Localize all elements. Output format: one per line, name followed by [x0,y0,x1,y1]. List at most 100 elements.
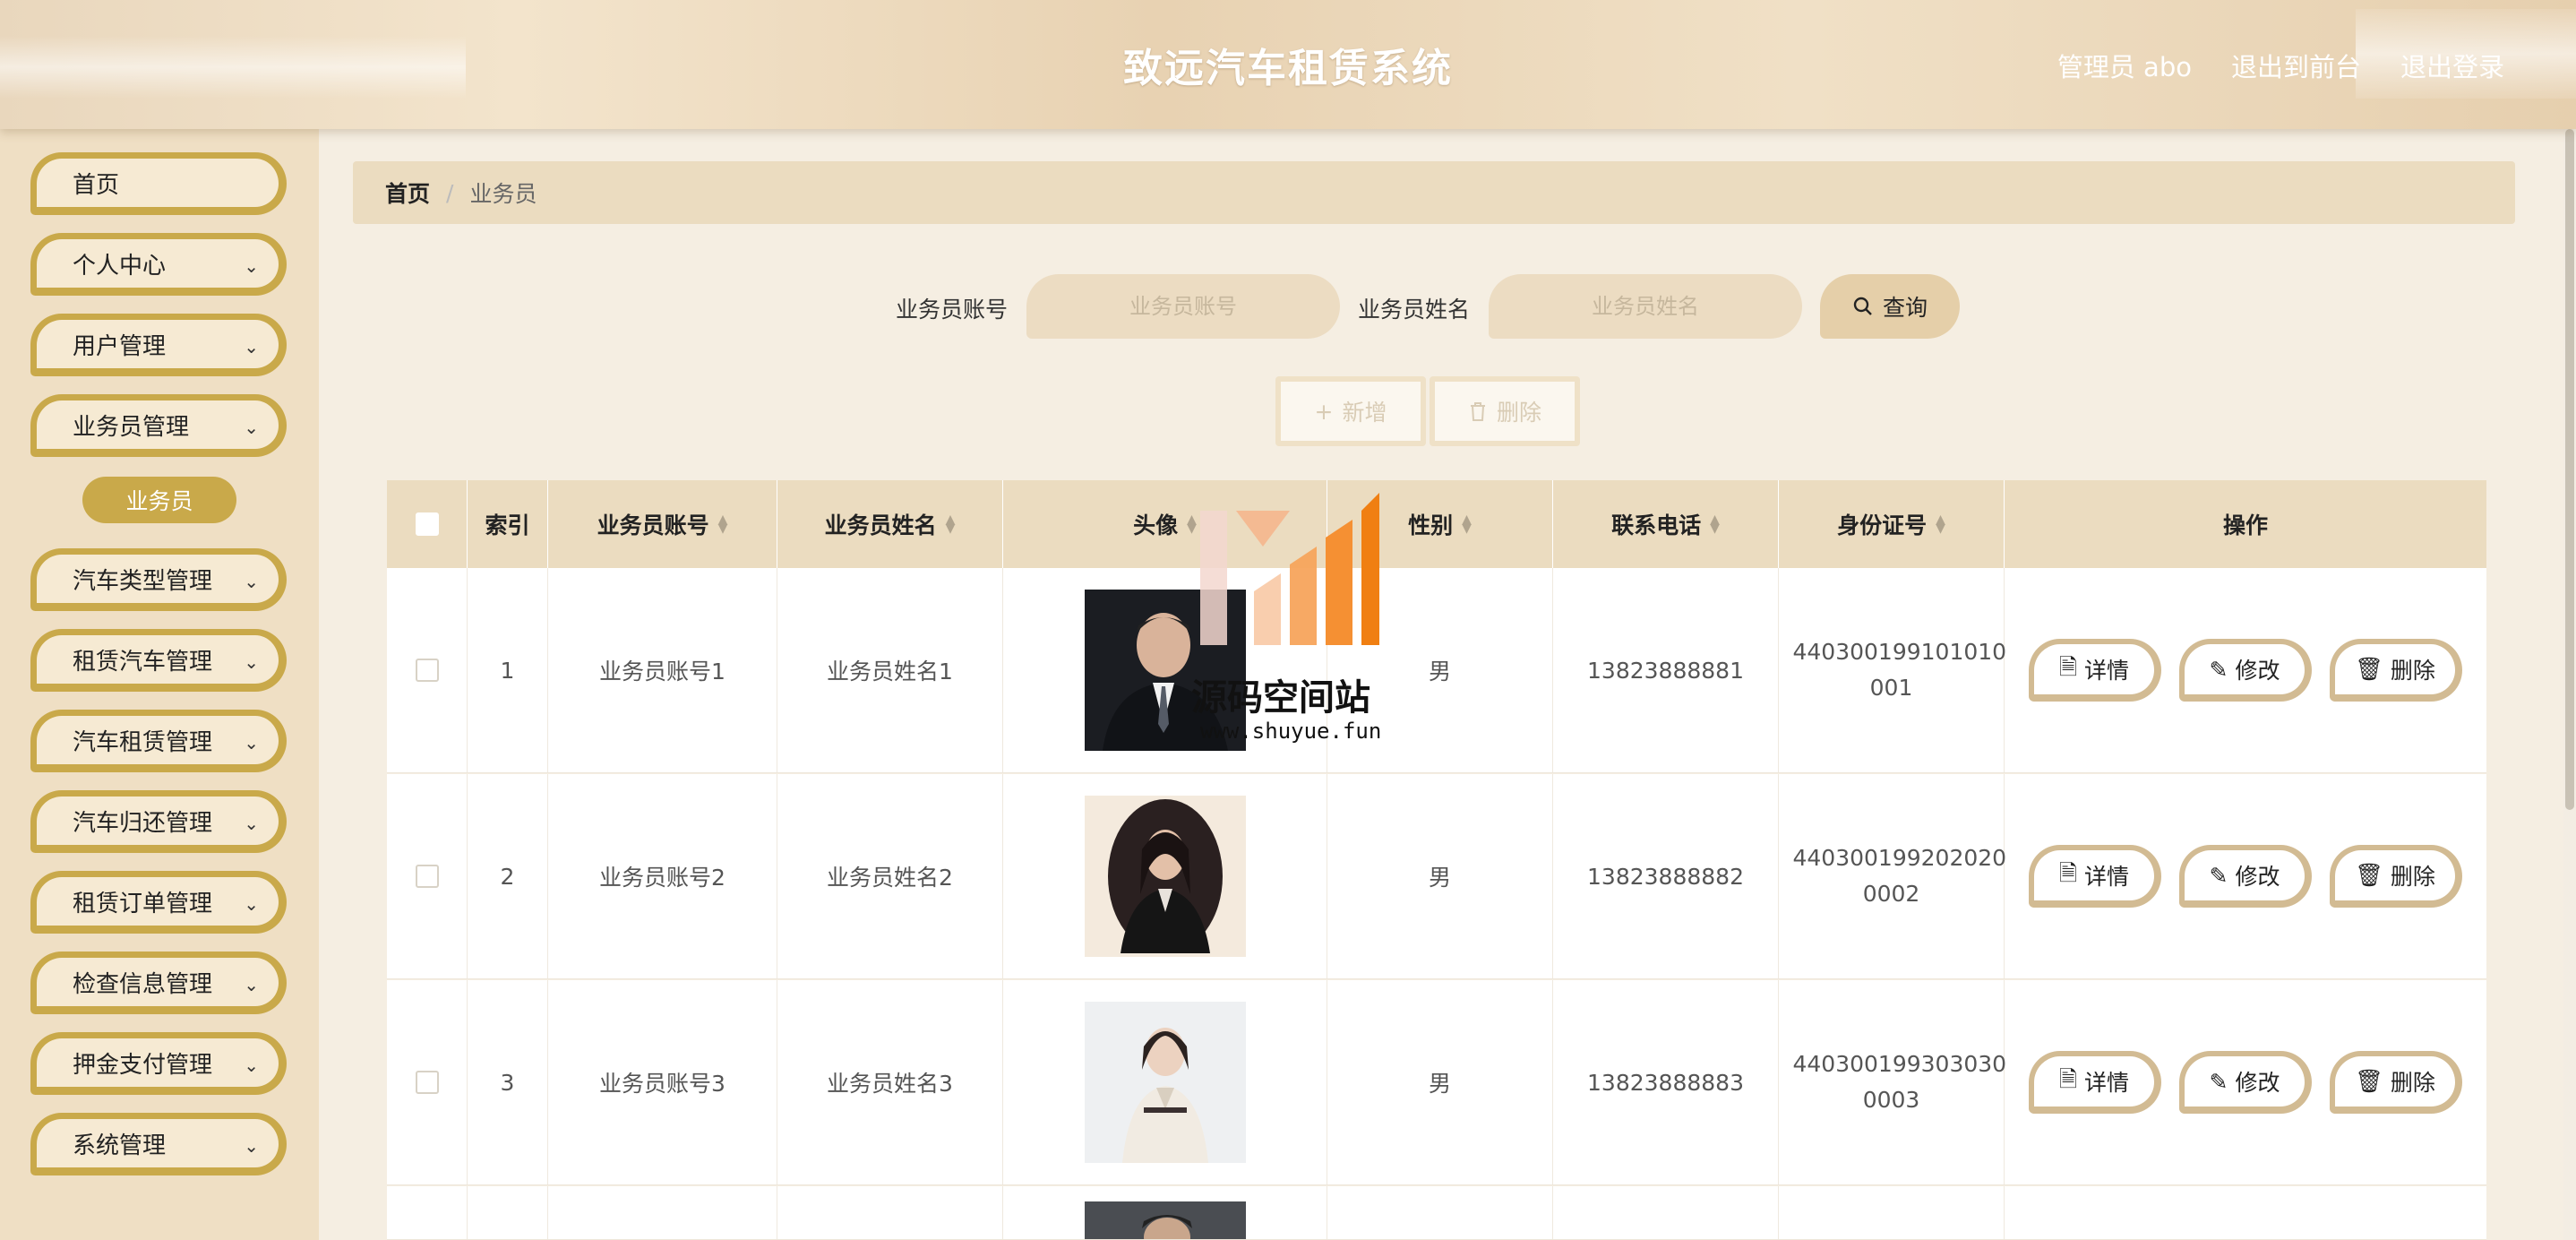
col-avatar-label: 头像 [1133,512,1179,538]
select-all-checkbox[interactable] [415,512,439,536]
cell-phone [1553,1186,1779,1239]
logout-link[interactable]: 退出登录 [2400,47,2504,84]
id-line-2: 0002 [1862,881,1920,907]
col-name[interactable]: 业务员姓名 ▲ ▼ [777,480,1003,568]
watermark-text: 源码空间站 [1191,677,1370,719]
row-checkbox[interactable] [415,659,439,682]
sort-icon[interactable]: ▲ ▼ [1936,513,1945,535]
sidebar-item-car-type[interactable]: 汽车类型管理 ⌄ [30,548,287,611]
edit-label: 修改 [2235,1070,2280,1096]
delete-button[interactable]: 🗑 删除 [2330,639,2462,702]
col-id-number[interactable]: 身份证号 ▲ ▼ [1779,480,2005,568]
search-bar: 业务员账号 业务员姓名 查询 [319,274,2563,339]
cell-name: 业务员姓名3 [777,980,1003,1184]
back-to-front-link[interactable]: 退出到前台 [2231,47,2361,84]
col-name-label: 业务员姓名 [824,512,937,538]
cell-name: 业务员姓名2 [777,774,1003,978]
avatar[interactable] [1084,796,1246,957]
add-button-label: 新增 [1342,400,1387,426]
main-content: 首页 / 业务员 业务员账号 业务员姓名 查询 + 新增 删除 索引 业务员账号… [319,129,2563,1240]
select-all-cell [387,480,468,568]
row-select-cell [387,568,468,772]
id-line-1: 440300199303030 [1792,1051,2007,1077]
chevron-down-icon: ⌄ [244,571,259,592]
chevron-down-icon: ⌄ [244,732,259,753]
chevron-down-icon: ⌄ [244,417,259,438]
cell-account [548,1186,777,1239]
col-phone[interactable]: 联系电话 ▲ ▼ [1553,480,1779,568]
table-row: 3 业务员账号3 业务员姓名3 男 13823888883 4403001993… [387,980,2486,1185]
scrollbar[interactable] [2563,129,2576,1240]
avatar[interactable] [1084,1002,1246,1163]
delete-button[interactable]: 🗑 删除 [2330,1051,2462,1114]
document-icon: 🗎 [2058,859,2078,886]
account-search-input[interactable] [1026,274,1340,339]
sidebar-item-label: 业务员管理 [73,413,190,441]
sort-icon[interactable]: ▲ ▼ [1462,513,1472,535]
detail-label: 详情 [2084,1070,2130,1096]
chevron-down-icon: ⌄ [244,336,259,357]
query-button[interactable]: 查询 [1820,274,1960,339]
document-icon: 🗎 [2058,653,2078,680]
cell-index: 1 [468,568,548,772]
chevron-down-icon: ⌄ [244,813,259,834]
edit-button[interactable]: ✎ 修改 [2179,845,2312,908]
sidebar-item-rental-orders[interactable]: 租赁订单管理 ⌄ [30,871,287,934]
sidebar-item-user-management[interactable]: 用户管理 ⌄ [30,314,287,376]
batch-delete-button[interactable]: 删除 [1430,376,1580,446]
cell-index: 2 [468,774,548,978]
sort-icon[interactable]: ▲ ▼ [1710,513,1720,535]
sidebar-item-label: 租赁订单管理 [73,890,213,917]
watermark-logo [1200,493,1379,645]
batch-delete-label: 删除 [1496,400,1541,426]
detail-button[interactable]: 🗎 详情 [2029,845,2161,908]
sidebar-item-label: 检查信息管理 [73,970,213,998]
sort-icon[interactable]: ▲ ▼ [718,513,728,535]
table-row [387,1186,2486,1240]
cell-gender: 男 [1327,980,1553,1184]
add-button[interactable]: + 新增 [1275,376,1426,446]
col-phone-label: 联系电话 [1611,512,1702,538]
sidebar-item-deposit-payment[interactable]: 押金支付管理 ⌄ [30,1032,287,1095]
detail-button[interactable]: 🗎 详情 [2029,1051,2161,1114]
sidebar-item-car-return[interactable]: 汽车归还管理 ⌄ [30,790,287,853]
edit-button[interactable]: ✎ 修改 [2179,639,2312,702]
breadcrumb-separator: / [446,179,454,206]
cell-operations: 🗎 详情 ✎ 修改 🗑 删除 [2005,774,2486,978]
chevron-down-icon: ⌄ [244,255,259,277]
col-account-label: 业务员账号 [597,512,709,538]
sort-icon[interactable]: ▲ ▼ [946,513,956,535]
sidebar-item-label: 押金支付管理 [73,1051,213,1079]
cell-phone: 13823888881 [1553,568,1779,772]
sidebar-item-car-rental[interactable]: 汽车租赁管理 ⌄ [30,710,287,772]
sidebar-item-label: 首页 [73,171,120,199]
edit-button[interactable]: ✎ 修改 [2179,1051,2312,1114]
detail-button[interactable]: 🗎 详情 [2029,639,2161,702]
sidebar-item-inspection[interactable]: 检查信息管理 ⌄ [30,952,287,1014]
breadcrumb: 首页 / 业务员 [353,161,2515,224]
col-gender-label: 性别 [1408,512,1454,538]
delete-label: 删除 [2390,658,2435,684]
name-search-input[interactable] [1489,274,1802,339]
row-checkbox[interactable] [415,865,439,888]
sidebar-item-label: 汽车类型管理 [73,567,213,595]
sidebar-item-system[interactable]: 系统管理 ⌄ [30,1113,287,1175]
sidebar-subitem-salesman[interactable]: 业务员 [82,477,236,523]
scrollbar-thumb[interactable] [2565,129,2574,810]
pencil-icon: ✎ [2209,862,2228,889]
sidebar-item-personal-center[interactable]: 个人中心 ⌄ [30,233,287,296]
col-account[interactable]: 业务员账号 ▲ ▼ [548,480,777,568]
cell-operations [2005,1186,2486,1239]
sidebar-item-home[interactable]: 首页 [30,152,287,215]
cell-phone: 13823888882 [1553,774,1779,978]
breadcrumb-home[interactable]: 首页 [385,177,430,209]
sidebar-item-salesman-management[interactable]: 业务员管理 ⌄ [30,394,287,457]
chevron-down-icon: ⌄ [244,893,259,915]
current-user[interactable]: 管理员 abo [2057,47,2192,84]
sidebar-item-rental-cars[interactable]: 租赁汽车管理 ⌄ [30,629,287,692]
avatar[interactable] [1084,1201,1246,1239]
sidebar-item-label: 租赁汽车管理 [73,648,213,676]
pencil-icon: ✎ [2209,1068,2228,1095]
delete-button[interactable]: 🗑 删除 [2330,845,2462,908]
row-checkbox[interactable] [415,1071,439,1094]
